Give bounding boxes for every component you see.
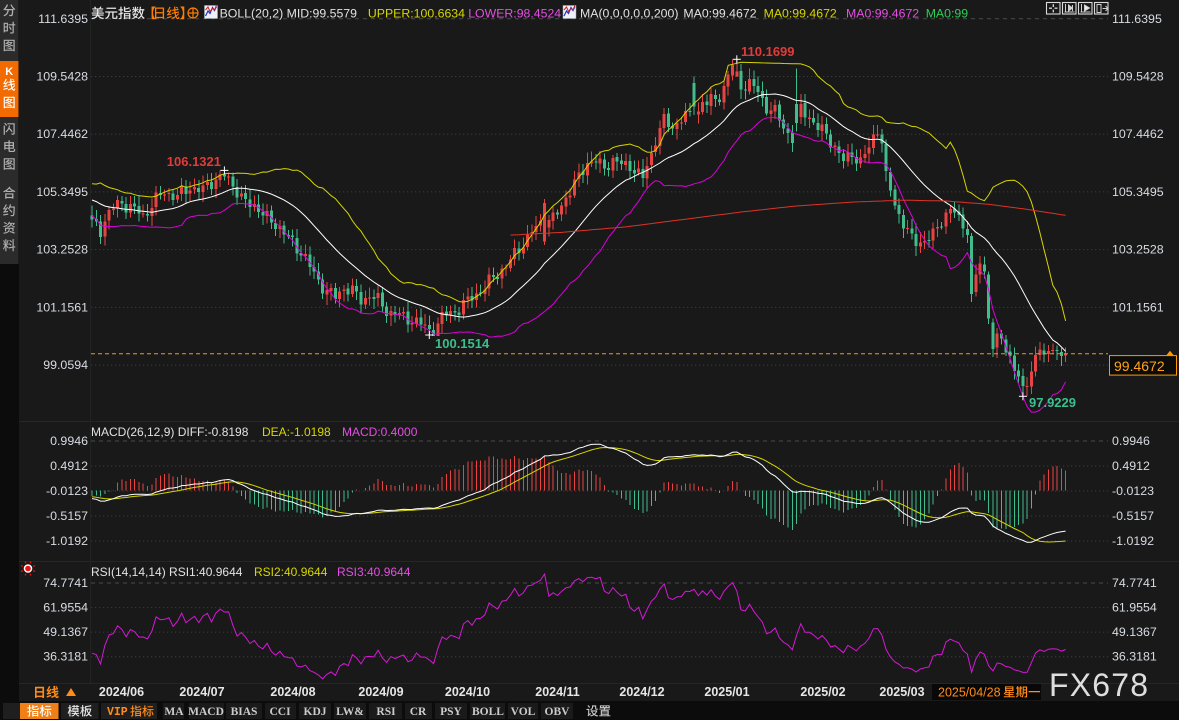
svg-text:2024/07: 2024/07 [179, 685, 224, 699]
svg-text:MA0:99.4672: MA0:99.4672 [683, 7, 756, 21]
svg-text:49.1367: 49.1367 [43, 625, 88, 639]
svg-text:MA0:99: MA0:99 [926, 7, 969, 21]
svg-text:-0.5157: -0.5157 [1112, 509, 1154, 523]
svg-text:107.4462: 107.4462 [1112, 127, 1164, 141]
svg-text:DEA:-1.0198: DEA:-1.0198 [262, 425, 331, 439]
svg-text:109.5428: 109.5428 [36, 70, 88, 84]
svg-text:PSY: PSY [440, 706, 462, 718]
svg-text:0.4912: 0.4912 [1112, 459, 1150, 473]
svg-text:KDJ: KDJ [304, 706, 327, 718]
svg-text:RSI2:40.9644: RSI2:40.9644 [254, 565, 328, 579]
svg-text:-0.5157: -0.5157 [46, 509, 88, 523]
svg-text:106.1321: 106.1321 [167, 154, 221, 169]
svg-text:MA(0,0,0,0,0,200): MA(0,0,0,0,0,200) [580, 7, 678, 21]
svg-text:2024/09: 2024/09 [358, 685, 403, 699]
svg-text:103.2528: 103.2528 [1112, 243, 1164, 257]
svg-text:K: K [5, 66, 13, 78]
svg-text:49.1367: 49.1367 [1112, 625, 1157, 639]
svg-text:2025/01: 2025/01 [704, 685, 749, 699]
svg-text:101.1561: 101.1561 [1112, 300, 1164, 314]
svg-text:BOLL: BOLL [472, 706, 504, 718]
svg-text:MA0:99.4672: MA0:99.4672 [764, 7, 837, 21]
svg-text:2025/04/28: 2025/04/28 [938, 686, 1001, 700]
svg-text:-0.0123: -0.0123 [46, 484, 88, 498]
svg-text:2024/11: 2024/11 [535, 685, 580, 699]
svg-text:FX678: FX678 [1049, 667, 1149, 703]
svg-text:BIAS: BIAS [231, 706, 258, 718]
svg-text:99.4672: 99.4672 [1114, 358, 1165, 374]
svg-text:111.6395: 111.6395 [1112, 12, 1162, 26]
svg-text:MACD:0.4000: MACD:0.4000 [342, 425, 418, 439]
svg-text:74.7741: 74.7741 [43, 576, 88, 590]
svg-text:2024/10: 2024/10 [445, 685, 490, 699]
svg-text:BOLL(20,2) MID:99.5579: BOLL(20,2) MID:99.5579 [220, 7, 358, 21]
svg-text:0.9946: 0.9946 [50, 434, 88, 448]
svg-text:LW&: LW& [336, 706, 364, 718]
svg-text:97.9229: 97.9229 [1029, 395, 1076, 410]
svg-text:0.4912: 0.4912 [50, 459, 88, 473]
svg-text:MACD(26,12,9) DIFF:-0.8198: MACD(26,12,9) DIFF:-0.8198 [91, 425, 249, 439]
svg-text:74.7741: 74.7741 [1112, 576, 1157, 590]
svg-text:105.3495: 105.3495 [36, 185, 88, 199]
svg-text:0.9946: 0.9946 [1112, 434, 1150, 448]
svg-text:36.3181: 36.3181 [1112, 650, 1157, 664]
svg-text:MA0:99.4672: MA0:99.4672 [846, 7, 919, 21]
svg-text:100.1514: 100.1514 [435, 336, 490, 351]
svg-text:CCI: CCI [269, 706, 291, 718]
svg-text:110.1699: 110.1699 [741, 44, 795, 59]
svg-text:2024/12: 2024/12 [619, 685, 664, 699]
svg-text:105.3495: 105.3495 [1112, 185, 1164, 199]
svg-text:111.6395: 111.6395 [38, 12, 88, 26]
svg-text:VOL: VOL [511, 706, 536, 718]
svg-text:61.9554: 61.9554 [1112, 601, 1157, 615]
svg-text:2025/03: 2025/03 [879, 685, 924, 699]
svg-text:61.9554: 61.9554 [43, 601, 88, 615]
svg-text:107.4462: 107.4462 [36, 127, 88, 141]
svg-text:36.3181: 36.3181 [43, 650, 88, 664]
svg-text:103.2528: 103.2528 [36, 243, 88, 257]
svg-text:LOWER:98.4524: LOWER:98.4524 [468, 7, 561, 21]
svg-text:-0.0123: -0.0123 [1112, 484, 1154, 498]
svg-text:MA: MA [164, 706, 184, 718]
svg-text:RSI(14,14,14) RSI1:40.9644: RSI(14,14,14) RSI1:40.9644 [91, 565, 243, 579]
svg-text:CR: CR [410, 706, 427, 718]
svg-text:RSI: RSI [376, 706, 396, 718]
svg-text:-1.0192: -1.0192 [46, 534, 88, 548]
svg-text:MACD: MACD [188, 706, 224, 718]
svg-text:-1.0192: -1.0192 [1112, 534, 1154, 548]
svg-text:OBV: OBV [545, 706, 571, 718]
svg-text:2024/06: 2024/06 [99, 685, 144, 699]
svg-text:RSI3:40.9644: RSI3:40.9644 [337, 565, 411, 579]
svg-text:99.0594: 99.0594 [43, 358, 88, 372]
svg-text:109.5428: 109.5428 [1112, 70, 1164, 84]
svg-text:VIP: VIP [107, 706, 128, 719]
svg-text:101.1561: 101.1561 [36, 300, 88, 314]
svg-text:2024/08: 2024/08 [270, 685, 315, 699]
svg-text:UPPER:100.6634: UPPER:100.6634 [368, 7, 465, 21]
svg-text:2025/02: 2025/02 [800, 685, 845, 699]
